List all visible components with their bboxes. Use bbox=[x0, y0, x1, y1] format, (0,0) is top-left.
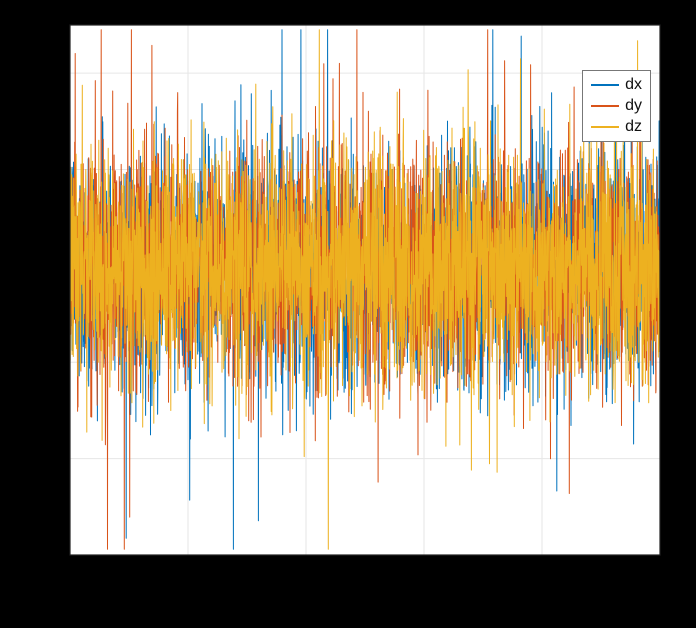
legend-item-dz: dz bbox=[591, 117, 642, 136]
noise-chart: dx dy dz bbox=[0, 0, 696, 628]
legend-swatch-dy bbox=[591, 105, 619, 107]
legend-label: dy bbox=[625, 96, 642, 115]
legend: dx dy dz bbox=[582, 70, 651, 142]
legend-label: dx bbox=[625, 75, 642, 94]
legend-label: dz bbox=[625, 117, 642, 136]
legend-swatch-dz bbox=[591, 126, 619, 128]
legend-item-dx: dx bbox=[591, 75, 642, 94]
legend-swatch-dx bbox=[591, 84, 619, 86]
legend-item-dy: dy bbox=[591, 96, 642, 115]
